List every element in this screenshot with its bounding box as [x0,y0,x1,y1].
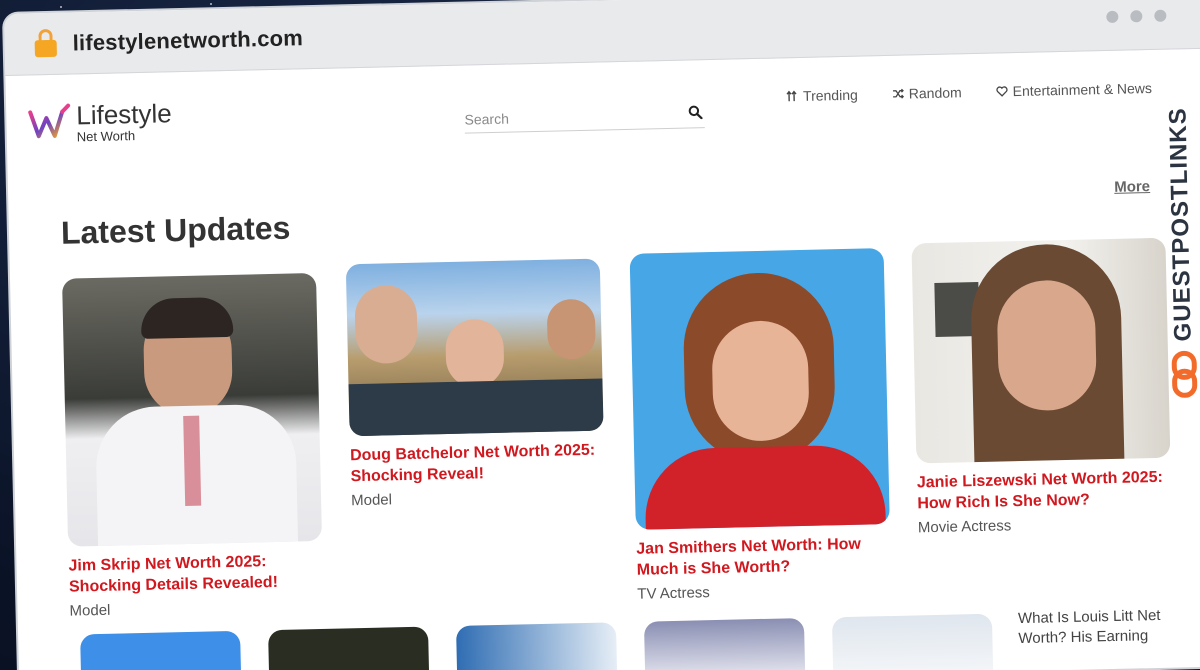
search-input[interactable] [464,106,675,128]
site-logo[interactable]: Lifestyle Net Worth [26,98,173,145]
article-thumbnail[interactable] [643,618,806,670]
main-nav: Trending Random Entertainment & News [786,80,1152,104]
shuffle-icon [892,88,904,99]
article-title[interactable]: Jim Skrip Net Worth 2025: Shocking Detai… [68,551,323,598]
article-thumbnail[interactable] [62,272,323,547]
nav-entertainment[interactable]: Entertainment & News [996,79,1153,100]
watermark-badge: GUESTPOSTLINKS [1160,107,1200,408]
article-category[interactable]: Model [351,486,605,509]
article-card[interactable]: Jan Smithers Net Worth: How Much is She … [629,248,892,603]
article-card[interactable]: Jim Skrip Net Worth 2025: Shocking Detai… [62,272,324,619]
article-card[interactable]: Doug Batchelor Net Worth 2025: Shocking … [345,258,605,509]
browser-window: lifestylenetworth.com Lifestyle Net Wort… [4,0,1200,670]
article-title[interactable]: Jan Smithers Net Worth: How Much is She … [636,534,891,581]
logo-sub-text: Net Worth [76,128,136,145]
logo-main-text: Lifestyle [75,98,173,131]
search-icon[interactable] [688,105,703,120]
section-title: Latest Updates [60,209,291,251]
window-dot[interactable] [1106,10,1119,23]
article-category[interactable]: Model [69,596,323,619]
nav-trending-label: Trending [802,86,858,104]
article-thumbnail[interactable] [268,626,430,670]
lock-icon [34,28,57,58]
nav-random-label: Random [908,84,962,102]
logo-mark-icon [28,103,71,138]
heart-icon [996,86,1008,97]
trending-arrows-icon [786,90,797,102]
link-icon [1171,350,1198,398]
article-thumbnail[interactable] [911,237,1171,464]
article-thumbnail[interactable] [629,248,890,530]
url-text[interactable]: lifestylenetworth.com [72,25,303,56]
more-link[interactable]: More [1114,178,1150,196]
article-title[interactable]: Doug Batchelor Net Worth 2025: Shocking … [350,441,605,488]
page-content: Lifestyle Net Worth Trending [5,49,1200,670]
nav-entertainment-label: Entertainment & News [1012,79,1153,100]
article-thumbnail[interactable] [80,630,242,670]
nav-trending[interactable]: Trending [786,87,858,105]
article-category[interactable]: Movie Actress [918,513,1172,536]
nav-random[interactable]: Random [892,84,962,102]
window-dot[interactable] [1130,10,1143,23]
article-thumbnail[interactable] [455,622,618,670]
broken-image-alt[interactable]: What Is Louis Litt Net Worth? His Earnin… [1018,605,1189,648]
article-thumbnail[interactable] [345,258,604,437]
article-category[interactable]: TV Actress [637,580,891,603]
window-controls [1106,9,1167,23]
watermark-text: GUESTPOSTLINKS [1164,107,1197,342]
article-thumbnail[interactable] [831,613,994,670]
article-title[interactable]: Janie Liszewski Net Worth 2025: How Rich… [917,468,1172,515]
article-card[interactable]: Janie Liszewski Net Worth 2025: How Rich… [911,237,1172,536]
window-dot[interactable] [1154,9,1167,22]
search-bar [464,100,705,134]
